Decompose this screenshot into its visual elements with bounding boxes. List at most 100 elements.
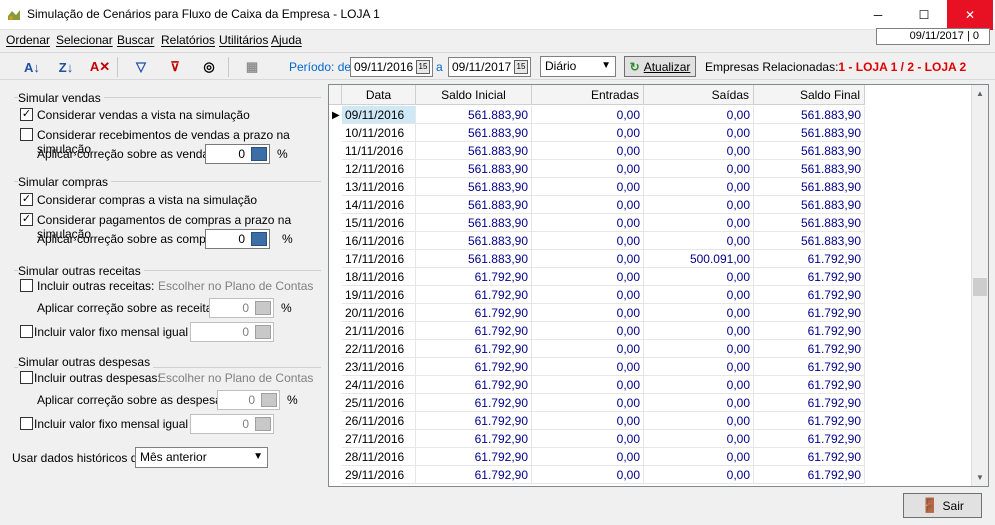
- cell-date[interactable]: 16/11/2016: [342, 232, 416, 250]
- cell-opening-balance[interactable]: 561.883,90: [416, 196, 532, 214]
- cell-date[interactable]: 29/11/2016: [342, 466, 416, 484]
- cell-inflows[interactable]: 0,00: [532, 142, 644, 160]
- cell-opening-balance[interactable]: 61.792,90: [416, 304, 532, 322]
- table-row[interactable]: 29/11/2016 61.792,90 0,00 0,00 61.792,90: [329, 466, 865, 484]
- cell-closing-balance[interactable]: 61.792,90: [754, 304, 865, 322]
- other-income-chart-link[interactable]: Escolher no Plano de Contas: [158, 279, 313, 293]
- cell-outflows[interactable]: 0,00: [644, 178, 754, 196]
- cell-opening-balance[interactable]: 61.792,90: [416, 448, 532, 466]
- cell-inflows[interactable]: 0,00: [532, 394, 644, 412]
- cell-outflows[interactable]: 0,00: [644, 232, 754, 250]
- table-row[interactable]: 12/11/2016 561.883,90 0,00 0,00 561.883,90: [329, 160, 865, 178]
- cell-closing-balance[interactable]: 61.792,90: [754, 466, 865, 484]
- table-row[interactable]: 22/11/2016 61.792,90 0,00 0,00 61.792,90: [329, 340, 865, 358]
- table-row[interactable]: 14/11/2016 561.883,90 0,00 0,00 561.883,90: [329, 196, 865, 214]
- maximize-button[interactable]: ☐: [901, 0, 947, 30]
- cell-date[interactable]: 27/11/2016: [342, 430, 416, 448]
- cell-date[interactable]: 26/11/2016: [342, 412, 416, 430]
- cell-date[interactable]: 19/11/2016: [342, 286, 416, 304]
- table-row[interactable]: 18/11/2016 61.792,90 0,00 0,00 61.792,90: [329, 268, 865, 286]
- cell-opening-balance[interactable]: 61.792,90: [416, 340, 532, 358]
- calculator-icon[interactable]: [255, 325, 271, 339]
- cell-outflows[interactable]: 0,00: [644, 286, 754, 304]
- cell-date[interactable]: 20/11/2016: [342, 304, 416, 322]
- cell-inflows[interactable]: 0,00: [532, 430, 644, 448]
- table-row[interactable]: 20/11/2016 61.792,90 0,00 0,00 61.792,90: [329, 304, 865, 322]
- calendar-icon[interactable]: 15: [416, 60, 430, 74]
- table-row[interactable]: 17/11/2016 561.883,90 0,00 500.091,00 61.792…: [329, 250, 865, 268]
- cell-closing-balance[interactable]: 61.792,90: [754, 322, 865, 340]
- cell-date[interactable]: 28/11/2016: [342, 448, 416, 466]
- menu-ordenar[interactable]: Ordenar: [6, 33, 50, 47]
- table-row[interactable]: 15/11/2016 561.883,90 0,00 0,00 561.883,90: [329, 214, 865, 232]
- cell-closing-balance[interactable]: 61.792,90: [754, 376, 865, 394]
- cell-date[interactable]: 14/11/2016: [342, 196, 416, 214]
- menu-relatorios[interactable]: Relatórios: [161, 33, 215, 47]
- cell-opening-balance[interactable]: 61.792,90: [416, 268, 532, 286]
- calculator-icon[interactable]: [261, 393, 277, 407]
- cell-date[interactable]: 15/11/2016: [342, 214, 416, 232]
- cell-opening-balance[interactable]: 561.883,90: [416, 250, 532, 268]
- column-header-inflows[interactable]: Entradas: [532, 85, 644, 105]
- sales-correction-input[interactable]: 0: [205, 144, 270, 164]
- table-row[interactable]: 19/11/2016 61.792,90 0,00 0,00 61.792,90: [329, 286, 865, 304]
- cell-closing-balance[interactable]: 61.792,90: [754, 268, 865, 286]
- cell-outflows[interactable]: 500.091,00: [644, 250, 754, 268]
- other-expenses-correction-input[interactable]: 0: [217, 390, 280, 410]
- other-expenses-fixed-input[interactable]: 0: [190, 414, 274, 434]
- cell-outflows[interactable]: 0,00: [644, 142, 754, 160]
- cell-opening-balance[interactable]: 61.792,90: [416, 394, 532, 412]
- date-to-input[interactable]: 09/11/2017 15: [448, 57, 531, 77]
- cell-outflows[interactable]: 0,00: [644, 268, 754, 286]
- cell-closing-balance[interactable]: 61.792,90: [754, 340, 865, 358]
- cell-outflows[interactable]: 0,00: [644, 304, 754, 322]
- cell-date[interactable]: 18/11/2016: [342, 268, 416, 286]
- cell-opening-balance[interactable]: 61.792,90: [416, 322, 532, 340]
- cell-inflows[interactable]: 0,00: [532, 340, 644, 358]
- other-expenses-checkbox[interactable]: [20, 371, 33, 384]
- cell-opening-balance[interactable]: 561.883,90: [416, 106, 532, 124]
- cell-opening-balance[interactable]: 561.883,90: [416, 142, 532, 160]
- cell-closing-balance[interactable]: 561.883,90: [754, 178, 865, 196]
- cell-closing-balance[interactable]: 61.792,90: [754, 412, 865, 430]
- cell-outflows[interactable]: 0,00: [644, 466, 754, 484]
- table-row[interactable]: 10/11/2016 561.883,90 0,00 0,00 561.883,90: [329, 124, 865, 142]
- calculator-icon[interactable]: [255, 417, 271, 431]
- cell-inflows[interactable]: 0,00: [532, 124, 644, 142]
- cell-outflows[interactable]: 0,00: [644, 394, 754, 412]
- cell-closing-balance[interactable]: 61.792,90: [754, 430, 865, 448]
- cell-opening-balance[interactable]: 561.883,90: [416, 214, 532, 232]
- table-row[interactable]: 27/11/2016 61.792,90 0,00 0,00 61.792,90: [329, 430, 865, 448]
- history-select[interactable]: Mês anterior ▼: [135, 447, 268, 468]
- cell-closing-balance[interactable]: 561.883,90: [754, 232, 865, 250]
- cell-opening-balance[interactable]: 61.792,90: [416, 466, 532, 484]
- menu-selecionar[interactable]: Selecionar: [56, 33, 113, 47]
- cell-opening-balance[interactable]: 561.883,90: [416, 178, 532, 196]
- cell-closing-balance[interactable]: 561.883,90: [754, 142, 865, 160]
- sort-ascending-icon[interactable]: A↓: [22, 58, 42, 76]
- cell-inflows[interactable]: 0,00: [532, 466, 644, 484]
- cell-inflows[interactable]: 0,00: [532, 250, 644, 268]
- cell-inflows[interactable]: 0,00: [532, 376, 644, 394]
- frequency-select[interactable]: Diário ▼: [540, 56, 616, 77]
- cell-date[interactable]: 13/11/2016: [342, 178, 416, 196]
- cell-date[interactable]: 11/11/2016: [342, 142, 416, 160]
- column-header-date[interactable]: Data: [342, 85, 416, 105]
- cell-closing-balance[interactable]: 61.792,90: [754, 448, 865, 466]
- exit-button[interactable]: 🚪 Sair: [903, 493, 982, 518]
- cell-inflows[interactable]: 0,00: [532, 178, 644, 196]
- cell-date[interactable]: 10/11/2016: [342, 124, 416, 142]
- column-header-closing-balance[interactable]: Saldo Final: [754, 85, 865, 105]
- cell-outflows[interactable]: 0,00: [644, 106, 754, 124]
- cell-opening-balance[interactable]: 61.792,90: [416, 376, 532, 394]
- cell-closing-balance[interactable]: 61.792,90: [754, 358, 865, 376]
- calculator-icon[interactable]: [255, 301, 271, 315]
- cell-inflows[interactable]: 0,00: [532, 412, 644, 430]
- cell-date[interactable]: 24/11/2016: [342, 376, 416, 394]
- cell-inflows[interactable]: 0,00: [532, 448, 644, 466]
- table-row[interactable]: 25/11/2016 61.792,90 0,00 0,00 61.792,90: [329, 394, 865, 412]
- column-header-outflows[interactable]: Saídas: [644, 85, 754, 105]
- date-from-input[interactable]: 09/11/2016 15: [350, 57, 433, 77]
- cell-outflows[interactable]: 0,00: [644, 124, 754, 142]
- cell-outflows[interactable]: 0,00: [644, 322, 754, 340]
